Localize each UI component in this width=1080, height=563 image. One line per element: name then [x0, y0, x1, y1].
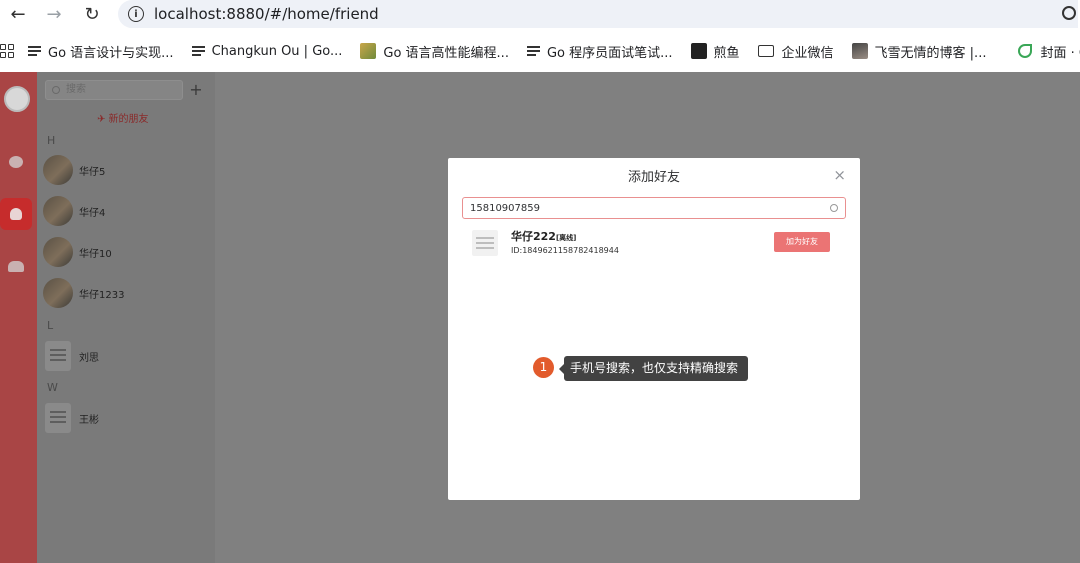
page-lines-icon — [526, 46, 540, 56]
result-name: 华仔222[离线] — [511, 228, 576, 244]
bookmark-4[interactable]: 煎鱼 — [690, 42, 740, 61]
avatar — [43, 155, 73, 185]
result-id: ID:1849621158782418944 — [511, 246, 619, 255]
bookmark-label: 飞雪无情的博客 |... — [874, 45, 987, 61]
new-friends-link[interactable]: ✈ 新的朋友 — [97, 110, 149, 125]
reload-icon[interactable]: ↻ — [74, 0, 110, 28]
add-friend-dialog: 添加好友 × 华仔222[离线] ID:1849621158782418944 … — [448, 158, 860, 500]
bookmark-1[interactable]: Changkun Ou | Go... — [191, 43, 343, 59]
add-friend-button[interactable]: 加为好友 — [774, 232, 830, 252]
avatar — [45, 341, 71, 371]
list-item[interactable]: 华仔4 — [43, 194, 213, 228]
groups-nav[interactable] — [0, 250, 32, 282]
list-item[interactable]: 刘思 — [43, 339, 213, 373]
contact-name: 刘思 — [79, 352, 99, 364]
profile-photo-icon — [851, 43, 868, 59]
avatar — [472, 230, 498, 256]
bookmark-6[interactable]: 飞雪无情的博客 |... — [851, 42, 987, 61]
avatar — [43, 237, 73, 267]
page-lines-icon — [191, 46, 205, 56]
leaf-logo-icon — [1018, 44, 1033, 58]
contact-name: 华仔10 — [79, 248, 112, 260]
result-name-text: 华仔222 — [511, 230, 556, 243]
search-placeholder: 搜索 — [66, 84, 86, 95]
messages-nav[interactable] — [0, 146, 32, 178]
page-lines-icon — [28, 46, 41, 56]
contact-name: 华仔4 — [79, 207, 106, 219]
annotation-tooltip: 手机号搜索，也仅支持精确搜索 — [559, 356, 748, 381]
apps-grid-icon[interactable] — [0, 44, 14, 58]
group-icon — [8, 260, 24, 272]
status-badge: [离线] — [555, 234, 577, 242]
list-item[interactable]: 华仔10 — [43, 235, 213, 269]
annotation-badge: 1 — [533, 357, 554, 378]
url-text: localhost:8880/#/home/friend — [154, 5, 379, 23]
dialog-title: 添加好友 — [627, 170, 680, 185]
bookmark-0[interactable]: Go 语言设计与实现... — [28, 42, 174, 61]
bookmark-label: 企业微信 — [781, 45, 834, 61]
contact-card-icon — [10, 208, 22, 220]
bookmark-label: 煎鱼 — [713, 45, 740, 61]
nav-rail — [0, 72, 37, 563]
contacts-nav[interactable] — [0, 198, 32, 230]
user-avatar[interactable] — [4, 86, 30, 112]
bookmark-label: Changkun Ou | Go... — [211, 43, 343, 59]
bookmark-3[interactable]: Go 程序员面试笔试... — [526, 42, 673, 61]
bookmark-label: 封面 · Gol — [1040, 45, 1080, 61]
search-icon — [52, 86, 60, 94]
forward-arrow-icon[interactable]: → — [36, 0, 72, 28]
book-cover-icon — [360, 43, 377, 59]
contact-name: 华仔1233 — [79, 289, 125, 301]
group-letter: H — [47, 134, 56, 147]
list-item[interactable]: 华仔1233 — [43, 276, 213, 310]
url-host: localhost — [154, 5, 222, 23]
extension-icon[interactable] — [1062, 6, 1076, 20]
close-icon[interactable]: × — [833, 166, 846, 184]
group-letter: W — [47, 381, 58, 394]
list-item[interactable]: 王彬 — [43, 401, 213, 435]
search-icon[interactable] — [830, 204, 838, 212]
avatar — [43, 196, 73, 226]
add-contact-button[interactable]: + — [189, 80, 203, 100]
avatar — [45, 403, 71, 433]
chat-bubble-icon — [9, 156, 23, 168]
bookmark-5[interactable]: 企业微信 — [757, 42, 834, 61]
bookmarks-bar: Go 语言设计与实现... Changkun Ou | Go... Go 语言高… — [0, 34, 1080, 68]
folder-icon — [757, 45, 774, 57]
bookmark-2[interactable]: Go 语言高性能编程... — [360, 42, 509, 61]
contact-search-input[interactable]: 搜索 — [45, 80, 183, 100]
site-info-icon[interactable]: i — [128, 6, 144, 22]
contact-name: 华仔5 — [79, 166, 106, 178]
contact-list-panel: 搜索 + ✈ 新的朋友 H 华仔5 华仔4 华仔10 华仔1233 L 刘思 W — [37, 72, 215, 563]
phone-search-input[interactable] — [462, 197, 846, 219]
bookmark-label: Go 语言设计与实现... — [48, 45, 174, 61]
url-path: :8880/#/home/friend — [221, 5, 379, 23]
contact-name: 王彬 — [79, 414, 99, 426]
back-arrow-icon[interactable]: ← — [0, 0, 36, 28]
bookmark-7[interactable]: 封面 · Gol — [1018, 42, 1080, 61]
bookmark-label: Go 程序员面试笔试... — [546, 45, 673, 61]
address-bar[interactable]: i localhost:8880/#/home/friend — [118, 0, 1078, 28]
fish-logo-icon — [690, 43, 707, 59]
bookmark-label: Go 语言高性能编程... — [383, 45, 509, 61]
chat-app: 搜索 + ✈ 新的朋友 H 华仔5 华仔4 华仔10 华仔1233 L 刘思 W — [0, 72, 1080, 563]
group-letter: L — [47, 319, 54, 332]
browser-toolbar: ← → ↻ i localhost:8880/#/home/friend — [0, 0, 1080, 28]
list-item[interactable]: 华仔5 — [43, 153, 213, 187]
avatar — [43, 278, 73, 308]
